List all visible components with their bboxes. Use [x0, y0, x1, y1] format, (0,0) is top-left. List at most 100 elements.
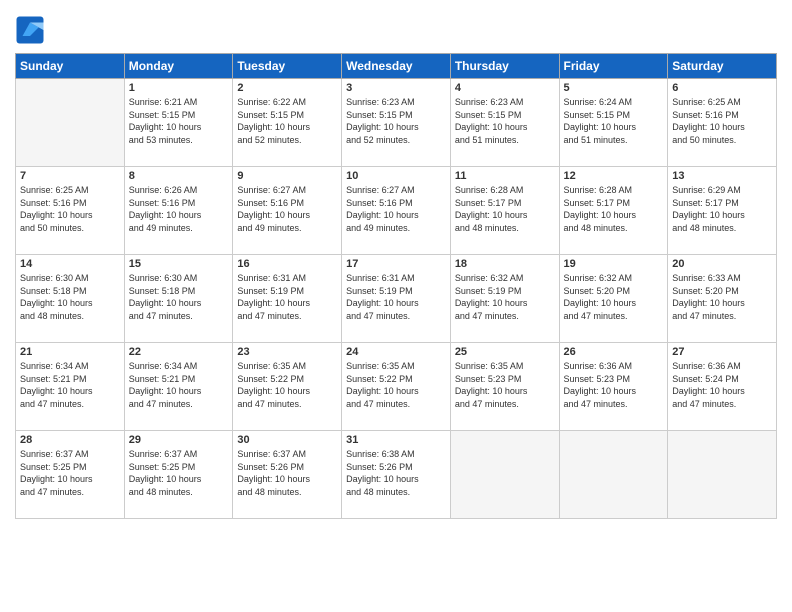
logo: [15, 15, 49, 45]
day-number: 1: [129, 82, 229, 94]
calendar-cell: 20 Sunrise: 6:33 AM Sunset: 5:20 PM Dayli…: [668, 255, 777, 343]
calendar-cell: 26 Sunrise: 6:36 AM Sunset: 5:23 PM Dayli…: [559, 343, 668, 431]
day-number: 2: [237, 82, 337, 94]
calendar-cell: 1 Sunrise: 6:21 AM Sunset: 5:15 PM Daylig…: [124, 79, 233, 167]
weekday-header: Saturday: [668, 54, 777, 79]
calendar-week-row: 1 Sunrise: 6:21 AM Sunset: 5:15 PM Daylig…: [16, 79, 777, 167]
day-number: 20: [672, 258, 772, 270]
day-info: Sunrise: 6:22 AM Sunset: 5:15 PM Dayligh…: [237, 96, 337, 146]
calendar-cell: 19 Sunrise: 6:32 AM Sunset: 5:20 PM Dayli…: [559, 255, 668, 343]
day-info: Sunrise: 6:23 AM Sunset: 5:15 PM Dayligh…: [346, 96, 446, 146]
calendar-cell: 2 Sunrise: 6:22 AM Sunset: 5:15 PM Daylig…: [233, 79, 342, 167]
day-info: Sunrise: 6:28 AM Sunset: 5:17 PM Dayligh…: [564, 184, 664, 234]
day-info: Sunrise: 6:34 AM Sunset: 5:21 PM Dayligh…: [129, 360, 229, 410]
calendar-cell: 12 Sunrise: 6:28 AM Sunset: 5:17 PM Dayli…: [559, 167, 668, 255]
day-info: Sunrise: 6:32 AM Sunset: 5:20 PM Dayligh…: [564, 272, 664, 322]
calendar-cell: 8 Sunrise: 6:26 AM Sunset: 5:16 PM Daylig…: [124, 167, 233, 255]
calendar-cell: 3 Sunrise: 6:23 AM Sunset: 5:15 PM Daylig…: [342, 79, 451, 167]
calendar-cell: 6 Sunrise: 6:25 AM Sunset: 5:16 PM Daylig…: [668, 79, 777, 167]
day-info: Sunrise: 6:23 AM Sunset: 5:15 PM Dayligh…: [455, 96, 555, 146]
day-info: Sunrise: 6:30 AM Sunset: 5:18 PM Dayligh…: [20, 272, 120, 322]
day-info: Sunrise: 6:37 AM Sunset: 5:25 PM Dayligh…: [129, 448, 229, 498]
calendar-cell: 28 Sunrise: 6:37 AM Sunset: 5:25 PM Dayli…: [16, 431, 125, 519]
calendar-cell: 30 Sunrise: 6:37 AM Sunset: 5:26 PM Dayli…: [233, 431, 342, 519]
calendar-header: SundayMondayTuesdayWednesdayThursdayFrid…: [16, 54, 777, 79]
day-info: Sunrise: 6:25 AM Sunset: 5:16 PM Dayligh…: [672, 96, 772, 146]
day-info: Sunrise: 6:24 AM Sunset: 5:15 PM Dayligh…: [564, 96, 664, 146]
day-info: Sunrise: 6:21 AM Sunset: 5:15 PM Dayligh…: [129, 96, 229, 146]
calendar-cell: 7Sunrise: 6:25 AM Sunset: 5:16 PM Daylig…: [16, 167, 125, 255]
weekday-header: Thursday: [450, 54, 559, 79]
day-info: Sunrise: 6:28 AM Sunset: 5:17 PM Dayligh…: [455, 184, 555, 234]
day-number: 14: [20, 258, 120, 270]
weekday-header: Friday: [559, 54, 668, 79]
day-info: Sunrise: 6:34 AM Sunset: 5:21 PM Dayligh…: [20, 360, 120, 410]
calendar-week-row: 28 Sunrise: 6:37 AM Sunset: 5:25 PM Dayli…: [16, 431, 777, 519]
day-info: Sunrise: 6:32 AM Sunset: 5:19 PM Dayligh…: [455, 272, 555, 322]
calendar-cell: [450, 431, 559, 519]
day-number: 22: [129, 346, 229, 358]
day-number: 26: [564, 346, 664, 358]
logo-icon: [15, 15, 45, 45]
calendar-cell: 23 Sunrise: 6:35 AM Sunset: 5:22 PM Dayli…: [233, 343, 342, 431]
day-number: 7: [20, 170, 120, 182]
weekday-row: SundayMondayTuesdayWednesdayThursdayFrid…: [16, 54, 777, 79]
calendar-table: SundayMondayTuesdayWednesdayThursdayFrid…: [15, 53, 777, 519]
calendar-cell: 10Sunrise: 6:27 AM Sunset: 5:16 PM Dayli…: [342, 167, 451, 255]
day-number: 17: [346, 258, 446, 270]
day-number: 16: [237, 258, 337, 270]
day-info: Sunrise: 6:37 AM Sunset: 5:25 PM Dayligh…: [20, 448, 120, 498]
day-number: 4: [455, 82, 555, 94]
calendar-cell: 13 Sunrise: 6:29 AM Sunset: 5:17 PM Dayli…: [668, 167, 777, 255]
weekday-header: Sunday: [16, 54, 125, 79]
day-info: Sunrise: 6:27 AM Sunset: 5:16 PM Dayligh…: [237, 184, 337, 234]
day-info: Sunrise: 6:26 AM Sunset: 5:16 PM Dayligh…: [129, 184, 229, 234]
day-info: Sunrise: 6:35 AM Sunset: 5:22 PM Dayligh…: [237, 360, 337, 410]
calendar-cell: 15 Sunrise: 6:30 AM Sunset: 5:18 PM Dayli…: [124, 255, 233, 343]
day-info: Sunrise: 6:33 AM Sunset: 5:20 PM Dayligh…: [672, 272, 772, 322]
weekday-header: Tuesday: [233, 54, 342, 79]
day-number: 27: [672, 346, 772, 358]
calendar-cell: 22 Sunrise: 6:34 AM Sunset: 5:21 PM Dayli…: [124, 343, 233, 431]
day-info: Sunrise: 6:29 AM Sunset: 5:17 PM Dayligh…: [672, 184, 772, 234]
calendar-cell: [16, 79, 125, 167]
day-number: 8: [129, 170, 229, 182]
calendar-cell: 31 Sunrise: 6:38 AM Sunset: 5:26 PM Dayli…: [342, 431, 451, 519]
day-number: 23: [237, 346, 337, 358]
day-info: Sunrise: 6:36 AM Sunset: 5:24 PM Dayligh…: [672, 360, 772, 410]
calendar-week-row: 14 Sunrise: 6:30 AM Sunset: 5:18 PM Dayli…: [16, 255, 777, 343]
calendar-cell: 9 Sunrise: 6:27 AM Sunset: 5:16 PM Daylig…: [233, 167, 342, 255]
page-container: SundayMondayTuesdayWednesdayThursdayFrid…: [0, 0, 792, 529]
day-number: 6: [672, 82, 772, 94]
calendar-cell: 11Sunrise: 6:28 AM Sunset: 5:17 PM Dayli…: [450, 167, 559, 255]
calendar-cell: 24 Sunrise: 6:35 AM Sunset: 5:22 PM Dayli…: [342, 343, 451, 431]
day-number: 24: [346, 346, 446, 358]
header: [15, 10, 777, 45]
day-number: 30: [237, 434, 337, 446]
day-info: Sunrise: 6:36 AM Sunset: 5:23 PM Dayligh…: [564, 360, 664, 410]
day-number: 31: [346, 434, 446, 446]
day-number: 3: [346, 82, 446, 94]
day-info: Sunrise: 6:30 AM Sunset: 5:18 PM Dayligh…: [129, 272, 229, 322]
day-number: 9: [237, 170, 337, 182]
day-number: 12: [564, 170, 664, 182]
day-number: 13: [672, 170, 772, 182]
day-info: Sunrise: 6:31 AM Sunset: 5:19 PM Dayligh…: [346, 272, 446, 322]
day-info: Sunrise: 6:37 AM Sunset: 5:26 PM Dayligh…: [237, 448, 337, 498]
calendar-week-row: 7Sunrise: 6:25 AM Sunset: 5:16 PM Daylig…: [16, 167, 777, 255]
calendar-body: 1 Sunrise: 6:21 AM Sunset: 5:15 PM Daylig…: [16, 79, 777, 519]
day-info: Sunrise: 6:35 AM Sunset: 5:22 PM Dayligh…: [346, 360, 446, 410]
calendar-cell: 27 Sunrise: 6:36 AM Sunset: 5:24 PM Dayli…: [668, 343, 777, 431]
day-info: Sunrise: 6:35 AM Sunset: 5:23 PM Dayligh…: [455, 360, 555, 410]
day-number: 15: [129, 258, 229, 270]
day-number: 28: [20, 434, 120, 446]
calendar-cell: [668, 431, 777, 519]
day-info: Sunrise: 6:38 AM Sunset: 5:26 PM Dayligh…: [346, 448, 446, 498]
calendar-cell: 29 Sunrise: 6:37 AM Sunset: 5:25 PM Dayli…: [124, 431, 233, 519]
day-number: 29: [129, 434, 229, 446]
calendar-cell: 25Sunrise: 6:35 AM Sunset: 5:23 PM Dayli…: [450, 343, 559, 431]
calendar-cell: 18 Sunrise: 6:32 AM Sunset: 5:19 PM Dayli…: [450, 255, 559, 343]
day-number: 19: [564, 258, 664, 270]
day-number: 18: [455, 258, 555, 270]
weekday-header: Wednesday: [342, 54, 451, 79]
